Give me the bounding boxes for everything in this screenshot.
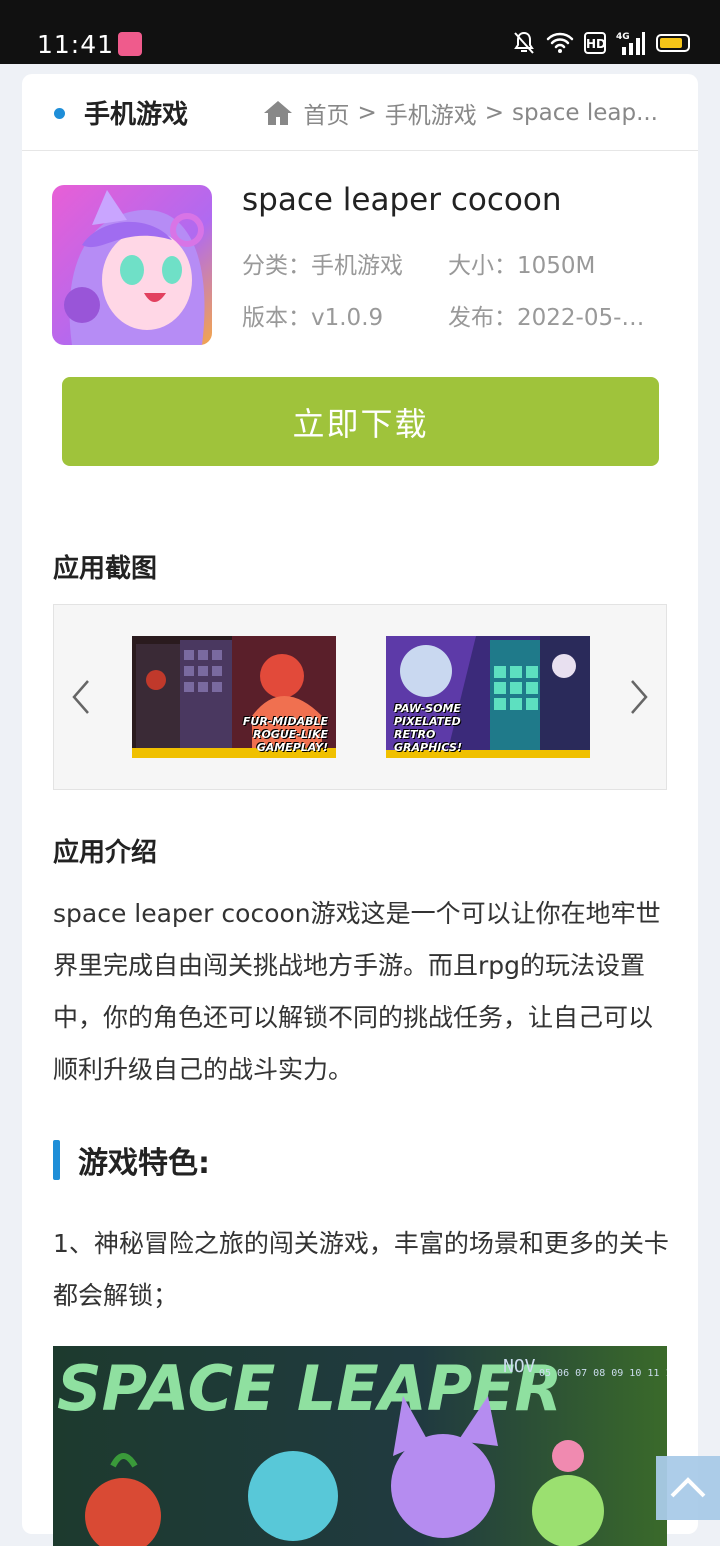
download-button[interactable]: 立即下载: [62, 377, 659, 466]
app-icon: [52, 185, 212, 345]
intro-text: space leaper cocoon游戏这是一个可以让你在地牢世界里完成自由闯…: [53, 899, 661, 1084]
home-icon[interactable]: [263, 99, 293, 127]
feature-item-1: 1、神秘冒险之旅的闯关游戏，丰富的场景和更多的关卡都会解锁；: [53, 1229, 669, 1310]
breadcrumb-current: space leap...: [512, 100, 658, 126]
features-heading: 游戏特色:: [53, 1138, 210, 1182]
app-size: 大小：1050M: [448, 253, 596, 279]
screenshot-thumbnail[interactable]: FUR-MIDABLE ROGUE-LIKE GAMEPLAY!: [132, 636, 336, 758]
breadcrumb: 首页 > 手机游戏 > space leap...: [263, 96, 658, 130]
page-title: 手机游戏: [84, 100, 189, 130]
main-card: 手机游戏 首页 > 手机游戏 > space leap... space lea…: [22, 74, 698, 1546]
status-time: 11:41: [37, 30, 115, 59]
battery-icon: [656, 34, 690, 52]
features-title: 游戏特色:: [78, 1146, 210, 1181]
app-version: 版本：v1.0.9: [242, 305, 384, 331]
feature-banner-image: SPACE LEAPER NOV 05 06 07 08 09 10 11 12: [53, 1346, 667, 1546]
header-dot: [54, 108, 65, 119]
wifi-icon: [546, 31, 574, 55]
intro-title: 应用介绍: [53, 838, 158, 868]
back-to-top-button[interactable]: [656, 1456, 720, 1520]
page-header: 手机游戏 首页 > 手机游戏 > space leap...: [22, 74, 698, 151]
status-icons: HD 4G: [512, 30, 690, 56]
screenshot-carousel: FUR-MIDABLE ROGUE-LIKE GAMEPLAY! PAW-SOM…: [53, 604, 667, 790]
mute-bell-icon: [512, 30, 536, 56]
chevron-left-icon[interactable]: [68, 677, 92, 717]
breadcrumb-home[interactable]: 首页: [303, 96, 349, 130]
screenshot-thumbnail[interactable]: PAW-SOME PIXELATED RETRO GRAPHICS!: [386, 636, 590, 758]
svg-text:4G: 4G: [616, 32, 630, 42]
app-name: space leaper cocoon: [242, 182, 562, 218]
breadcrumb-separator: >: [484, 100, 505, 126]
app-release-date: 发布：2022-05-1...: [448, 305, 648, 331]
status-bar: 11:41 HD 4G: [0, 0, 720, 64]
chevron-right-icon[interactable]: [628, 677, 652, 717]
banner-month: NOV: [503, 1356, 536, 1377]
heading-accent-bar: [53, 1140, 60, 1180]
signal-icon: 4G: [616, 30, 646, 56]
breadcrumb-separator: >: [357, 100, 377, 126]
breadcrumb-category[interactable]: 手机游戏: [385, 96, 477, 130]
app-badge-icon: [118, 32, 142, 56]
screenshot-caption: PAW-SOME PIXELATED RETRO GRAPHICS!: [394, 702, 462, 754]
banner-dates: 05 06 07 08 09 10 11 12: [539, 1368, 667, 1379]
screenshots-title: 应用截图: [53, 554, 158, 584]
hd-icon: HD: [584, 32, 606, 54]
app-category: 分类：手机游戏: [242, 253, 403, 279]
screenshot-caption: FUR-MIDABLE ROGUE-LIKE GAMEPLAY!: [242, 715, 328, 754]
